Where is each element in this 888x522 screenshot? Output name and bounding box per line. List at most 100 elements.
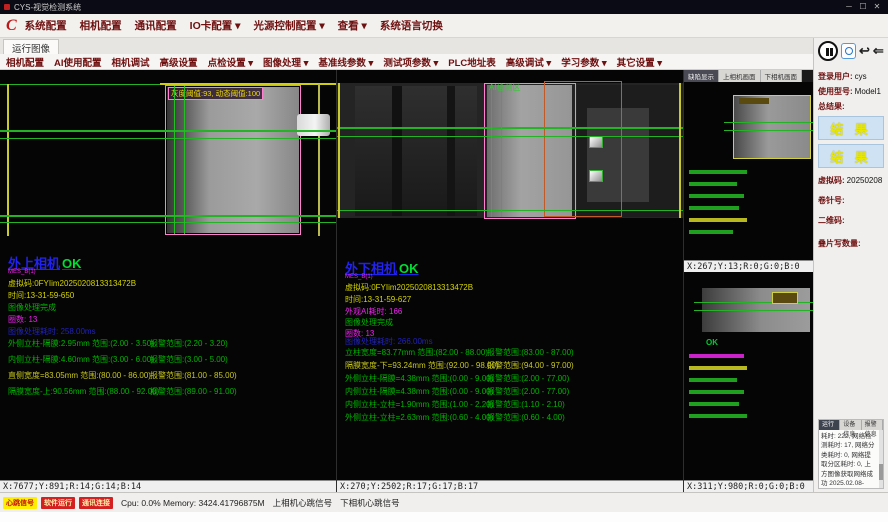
close-button[interactable]: ✕ <box>870 0 884 14</box>
virtual-code-line: 虚拟码:0FYIim2025020813313472B <box>8 278 136 289</box>
model-label: 使用型号: <box>818 87 853 96</box>
guide-vline-yellow <box>318 84 320 236</box>
overlay-text-strip <box>772 292 798 304</box>
menu-light-config[interactable]: 光源控制配置 ▾ <box>253 18 324 33</box>
virtual-code-field: 虚拟码:20250208 <box>818 175 884 186</box>
tab-alarm-info[interactable]: 报警信息 <box>862 420 883 430</box>
status-bar: 心跳信号 软件运行 通讯连接 Cpu: 0.0% Memory: 3424.41… <box>0 492 888 512</box>
menu-io-config[interactable]: IO卡配置 ▾ <box>190 18 241 33</box>
measurement-row: 隔膜宽度-上:90.56mm 范围:(88.00 - 92.00) 报警范围:(… <box>0 386 336 398</box>
login-user-field: 登录用户:cys <box>818 71 884 82</box>
mid-camera-scene[interactable]: AI检测区 外下相机OK MES_B(1) 虚拟码:0FYIim20250208… <box>337 70 683 480</box>
measure-vline <box>174 86 175 234</box>
maximize-button[interactable]: ☐ <box>856 0 870 14</box>
measurement-row: 外侧立柱-隔膜:2.95mm 范围:(2.00 - 3.50) 报警范围:(2.… <box>0 338 336 350</box>
minimize-button[interactable]: ─ <box>842 0 856 14</box>
alarm-range: 报警范围:(89.00 - 91.00) <box>150 386 237 397</box>
virtual-code-label: 虚拟码: <box>818 176 845 185</box>
alarm-range: 报警范围:(2.00 - 77.00) <box>487 373 569 384</box>
measurement-value: 内侧立柱-立柱=1.90mm 范围:(1.00 - 2.20) <box>345 399 493 410</box>
process-cost-line: 图像处理耗时: 258.00ms <box>8 326 96 337</box>
login-user-value: cys <box>855 72 867 81</box>
tool-ai-use-config[interactable]: AI使用配置 <box>54 55 102 69</box>
tool-baseline-params[interactable]: 基准线参数 ▾ <box>318 55 373 69</box>
tab-defect-display[interactable]: 缺陷显示 <box>684 70 719 82</box>
model-value[interactable]: Model1 <box>855 87 881 96</box>
pixel-coords-preview1: X:267;Y:13;R:0;G:0;B:0 <box>684 260 813 272</box>
measurement-value: 外侧立柱-隔膜=4.38mm 范围:(0.00 - 9.00) <box>345 373 493 384</box>
tool-plc-address[interactable]: PLC地址表 <box>448 55 496 69</box>
glint-detect-box <box>589 170 603 182</box>
tab-device-info[interactable]: 设备信息 <box>840 420 861 430</box>
micro-text-line <box>689 402 739 406</box>
tool-advanced-debug[interactable]: 高级调试 ▾ <box>506 55 551 69</box>
preview-scene-2[interactable]: OK <box>684 272 813 480</box>
toolbar: 相机配置 AI使用配置 相机调试 高级设置 点检设置 ▾ 图像处理 ▾ 基准线参… <box>0 54 813 70</box>
app-logo-icon: C <box>6 17 17 35</box>
tool-camera-config[interactable]: 相机配置 <box>6 55 44 69</box>
overlay-text-strip <box>739 98 769 104</box>
tool-image-processing[interactable]: 图像处理 ▾ <box>263 55 308 69</box>
alarm-range: 报警范围:(0.60 - 4.00) <box>487 412 565 423</box>
tool-camera-debug[interactable]: 相机调试 <box>112 55 150 69</box>
cpu-memory-status: Cpu: 0.0% Memory: 3424.41796875M <box>121 498 265 508</box>
menu-comm-config[interactable]: 通讯配置 <box>135 18 177 33</box>
tool-advanced-settings[interactable]: 高级设置 <box>160 55 198 69</box>
snapshot-button[interactable] <box>841 43 856 59</box>
right-info-panel: ↩ ⇐ 登录用户:cys 使用型号:Model1 总结果: 结 果 结 果 虚拟… <box>813 38 888 492</box>
menu-system-config[interactable]: 系统配置 <box>25 18 67 33</box>
tab-run-info[interactable]: 运行信息 <box>819 420 840 430</box>
roi-rect-pink <box>165 85 301 235</box>
measure-vline <box>501 85 502 217</box>
camera-lens-icon <box>845 47 853 55</box>
menu-language-switch[interactable]: 系统语言切换 <box>380 18 443 33</box>
loop-count-line: 圈数: 13 <box>8 314 37 325</box>
return-arrow-button[interactable]: ⇐ <box>873 43 884 59</box>
measurement-row: 内侧立柱-隔膜=4.38mm 范围:(0.00 - 9.00) 报警范围:(2.… <box>337 386 683 398</box>
tool-spot-check[interactable]: 点检设置 ▾ <box>208 55 253 69</box>
measurement-value: 隔膜宽度-上:90.56mm 范围:(88.00 - 92.00) <box>8 386 159 397</box>
measurement-value: 内侧立柱-隔膜=4.38mm 范围:(0.00 - 9.00) <box>345 386 493 397</box>
preview-tabs: 缺陷显示 上相机画面 下相机画面 <box>684 70 813 82</box>
title-bar: CYS-视觉检测系统 ─ ☐ ✕ <box>0 0 888 14</box>
tool-other-settings[interactable]: 其它设置 ▾ <box>617 55 662 69</box>
connector-part <box>297 114 330 136</box>
micro-text-line <box>689 366 747 370</box>
glint-detect-box <box>589 136 603 148</box>
tool-test-params[interactable]: 测试项参数 ▾ <box>383 55 438 69</box>
undo-arrow-button[interactable]: ↩ <box>859 43 870 59</box>
preview-column: 缺陷显示 上相机画面 下相机画面 X:267;Y:13;R:0;G:0;B:0 <box>683 70 813 492</box>
preview-scene-1[interactable] <box>684 82 813 260</box>
log-scroll-thumb[interactable] <box>879 464 883 480</box>
ai-zone-label: AI检测区 <box>489 82 521 93</box>
tab-run-image[interactable]: 运行图像 <box>3 39 59 54</box>
qrcode-field: 二维码: <box>818 215 884 226</box>
pixel-coords-mid: X:270;Y:2502;R:17;G:17;B:17 <box>337 480 683 492</box>
measure-hline <box>337 136 683 137</box>
upper-camera-heartbeat: 上相机心跳信号 <box>273 497 333 509</box>
measure-hline <box>0 215 336 217</box>
threshold-overlay-label: 灰度阈值:93, 动态阈值:100 <box>168 87 263 100</box>
machinery-stripe <box>447 86 455 216</box>
measurement-row: 隔膜宽度-下=93.24mm 范围:(92.00 - 98.00) 报警范围:(… <box>337 360 683 372</box>
tool-learning-params[interactable]: 学习参数 ▾ <box>561 55 606 69</box>
menu-view[interactable]: 查看 ▾ <box>338 18 367 33</box>
measurement-value: 直侧宽度=83.05mm 范围:(80.00 - 86.00) <box>8 370 151 381</box>
pause-button[interactable] <box>818 41 838 61</box>
roi-rect-orange <box>544 81 622 217</box>
measurement-value: 内侧立柱-隔膜:4.60mm 范围:(3.00 - 6.00) <box>8 354 154 365</box>
result-ok-badge: OK <box>62 256 82 271</box>
tab-upper-camera[interactable]: 上相机画面 <box>719 70 761 82</box>
left-camera-scene[interactable]: 灰度阈值:93, 动态阈值:100 外上相机OK MES_B(1) 虚拟码:0F… <box>0 70 336 480</box>
machinery-stripe <box>392 86 402 216</box>
total-result-label: 总结果: <box>818 101 884 112</box>
mes-status: MES_B(1) <box>8 269 36 275</box>
tab-lower-camera[interactable]: 下相机画面 <box>761 70 803 82</box>
alarm-range: 报警范围:(2.00 - 77.00) <box>487 386 569 397</box>
micro-text-line <box>689 354 744 358</box>
log-scrollbar[interactable] <box>879 430 883 488</box>
tab-strip: 运行图像 <box>0 38 813 54</box>
menu-camera-config[interactable]: 相机配置 <box>80 18 122 33</box>
preview-roi <box>733 95 811 159</box>
alarm-range: 报警范围:(1.10 - 2.10) <box>487 399 565 410</box>
